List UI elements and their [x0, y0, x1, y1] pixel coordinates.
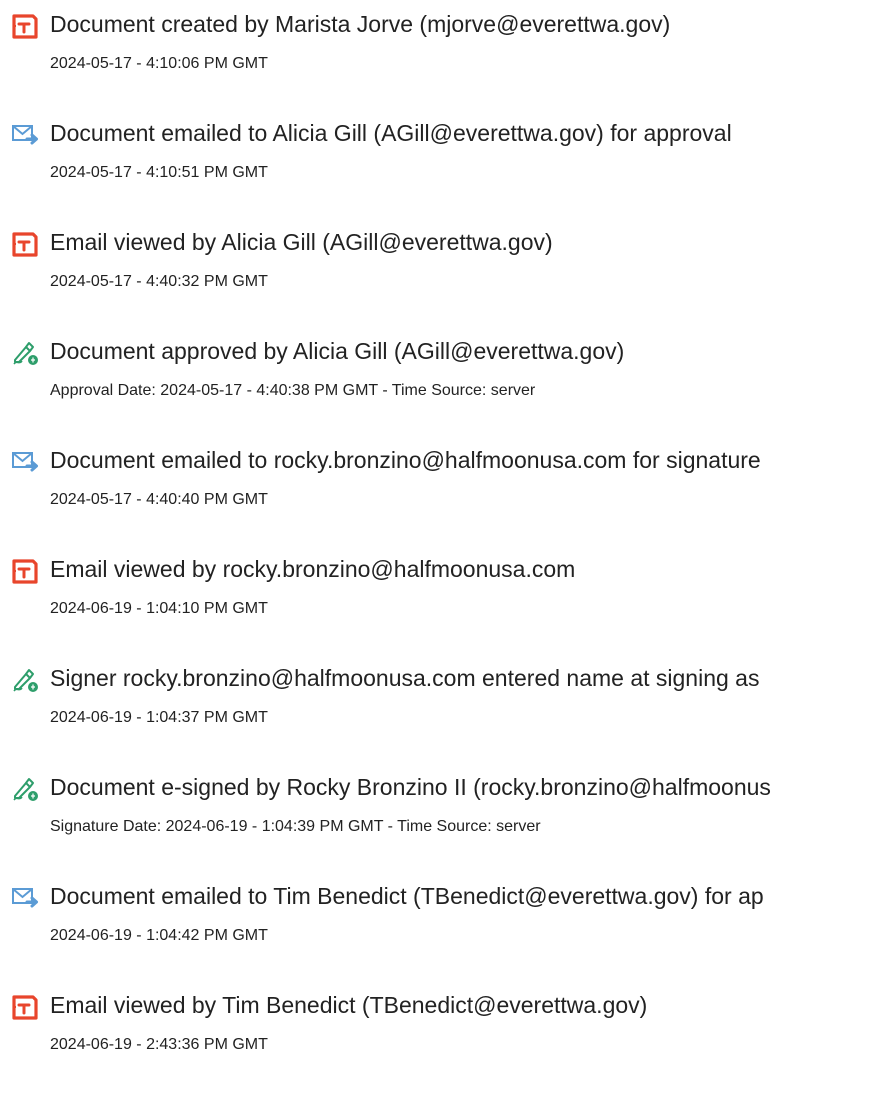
event-timestamp: 2024-06-19 - 1:04:42 PM GMT [50, 927, 268, 944]
event-title: Signer rocky.bronzino@halfmoonusa.com en… [50, 665, 760, 691]
acrobat-document-icon [11, 994, 39, 1020]
event-timestamp: 2024-06-19 - 2:43:36 PM GMT [50, 1036, 268, 1053]
acrobat-document-icon [11, 231, 39, 257]
pen-signature-icon [11, 667, 39, 693]
audit-event: Signer rocky.bronzino@halfmoonusa.com en… [0, 663, 876, 753]
acrobat-document-icon [11, 558, 39, 584]
event-timestamp: 2024-06-19 - 1:04:37 PM GMT [50, 709, 268, 726]
audit-event: Document emailed to rocky.bronzino@halfm… [0, 445, 876, 535]
event-title: Document created by Marista Jorve (mjorv… [50, 11, 671, 37]
event-title: Email viewed by Tim Benedict (TBenedict@… [50, 992, 648, 1018]
audit-event: Document approved by Alicia Gill (AGill@… [0, 336, 876, 426]
event-title: Document emailed to rocky.bronzino@halfm… [50, 447, 761, 473]
event-title: Email viewed by Alicia Gill (AGill@evere… [50, 229, 553, 255]
pen-signature-icon [11, 340, 39, 366]
audit-event: Document created by Marista Jorve (mjorv… [0, 9, 876, 99]
audit-event: Document e-signed by Rocky Bronzino II (… [0, 772, 876, 862]
event-timestamp: 2024-05-17 - 4:40:32 PM GMT [50, 273, 268, 290]
audit-event: Document emailed to Tim Benedict (TBened… [0, 881, 876, 971]
event-timestamp: 2024-05-17 - 4:40:40 PM GMT [50, 491, 268, 508]
audit-event: Email viewed by rocky.bronzino@halfmoonu… [0, 554, 876, 644]
email-sent-icon [11, 885, 39, 911]
event-timestamp: 2024-05-17 - 4:10:51 PM GMT [50, 164, 268, 181]
acrobat-document-icon [11, 13, 39, 39]
pen-signature-icon [11, 776, 39, 802]
email-sent-icon [11, 449, 39, 475]
event-title: Document approved by Alicia Gill (AGill@… [50, 338, 625, 364]
audit-event: Email viewed by Tim Benedict (TBenedict@… [0, 990, 876, 1080]
event-timestamp: 2024-06-19 - 1:04:10 PM GMT [50, 600, 268, 617]
audit-event-list: Document created by Marista Jorve (mjorv… [0, 0, 876, 1107]
event-title: Document emailed to Alicia Gill (AGill@e… [50, 120, 732, 146]
event-timestamp: Approval Date: 2024-05-17 - 4:40:38 PM G… [50, 382, 536, 399]
audit-event: Email viewed by Alicia Gill (AGill@evere… [0, 227, 876, 317]
event-title: Document e-signed by Rocky Bronzino II (… [50, 774, 771, 800]
event-title: Document emailed to Tim Benedict (TBened… [50, 883, 764, 909]
event-timestamp: 2024-05-17 - 4:10:06 PM GMT [50, 55, 268, 72]
event-timestamp: Signature Date: 2024-06-19 - 1:04:39 PM … [50, 818, 541, 835]
email-sent-icon [11, 122, 39, 148]
event-title: Email viewed by rocky.bronzino@halfmoonu… [50, 556, 576, 582]
audit-event: Document emailed to Alicia Gill (AGill@e… [0, 118, 876, 208]
